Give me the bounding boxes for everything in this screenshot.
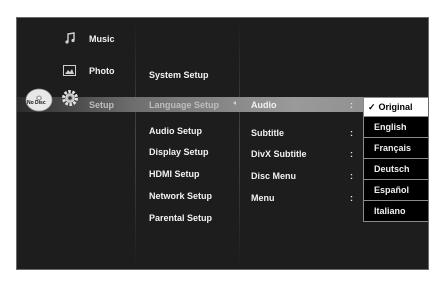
parental-setup-item[interactable]: Parental Setup [149, 213, 212, 223]
separator-colon: : [350, 100, 353, 110]
separator-colon: : [350, 171, 353, 181]
photo-icon [63, 65, 76, 76]
network-setup-item[interactable]: Network Setup [149, 191, 212, 201]
setup-screen: Music Photo No Disc Setup System Setup L… [16, 17, 429, 270]
gear-icon [62, 90, 78, 106]
display-setup-item[interactable]: Display Setup [149, 147, 209, 157]
dropdown-option[interactable]: Deutsch [363, 159, 428, 180]
menu-music[interactable]: Music [89, 34, 115, 44]
column-divider [135, 18, 136, 269]
column-divider [239, 18, 240, 269]
audio-option[interactable]: Audio [251, 100, 277, 110]
separator-colon: : [350, 149, 353, 159]
dropdown-option[interactable]: Español [363, 180, 428, 201]
separator-colon: : [350, 128, 353, 138]
dropdown-option[interactable]: English [363, 117, 428, 138]
dropdown-option-label: Original [378, 102, 413, 112]
menu-option[interactable]: Menu [251, 193, 275, 203]
system-setup-item[interactable]: System Setup [149, 70, 209, 80]
menu-photo[interactable]: Photo [89, 66, 115, 76]
audio-setup-item[interactable]: Audio Setup [149, 126, 202, 136]
dropdown-option-selected[interactable]: ✓ Original [363, 97, 428, 117]
menu-setup[interactable]: Setup [89, 100, 114, 110]
dropdown-option[interactable]: Français [363, 138, 428, 159]
disc-menu-option[interactable]: Disc Menu [251, 171, 296, 181]
language-setup-item[interactable]: Language Setup [149, 100, 219, 110]
checkmark-icon: ✓ [368, 101, 376, 112]
hdmi-setup-item[interactable]: HDMI Setup [149, 169, 200, 179]
submenu-arrow-icon [233, 101, 236, 105]
disc-status: No Disc [27, 100, 46, 106]
audio-language-dropdown[interactable]: ✓ Original English Français Deutsch Espa… [363, 97, 428, 222]
subtitle-option[interactable]: Subtitle [251, 128, 284, 138]
separator-colon: : [350, 193, 353, 203]
music-icon [65, 32, 75, 44]
divx-subtitle-option[interactable]: DivX Subtitle [251, 149, 307, 159]
dropdown-option[interactable]: Italiano [363, 201, 428, 222]
